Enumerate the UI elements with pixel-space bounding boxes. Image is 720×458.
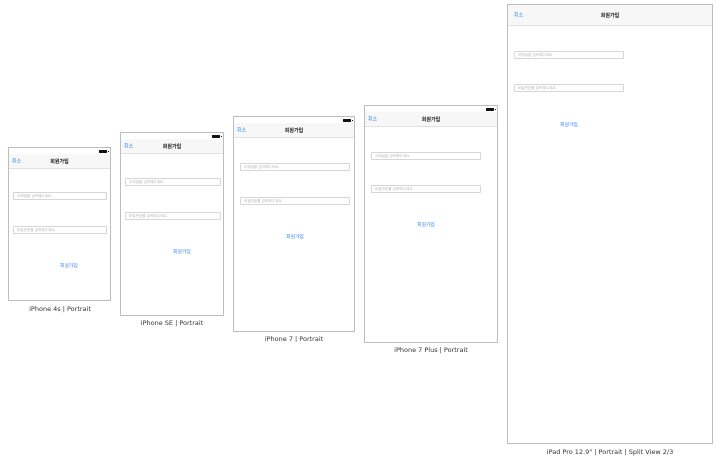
battery-icon bbox=[99, 150, 109, 153]
battery-icon bbox=[486, 108, 496, 111]
password-placeholder: 비밀번호를 입력해주세요. bbox=[17, 227, 56, 232]
device-label-ipad-pro: iPad Pro 12.9" | Portrait | Split View 2… bbox=[546, 448, 674, 456]
nav-title: 회원가입 bbox=[284, 127, 304, 134]
password-field[interactable]: 비밀번호를 입력해주세요. bbox=[371, 185, 481, 193]
signup-button[interactable]: 회원가입 bbox=[286, 233, 304, 240]
password-placeholder: 비밀번호를 입력해주세요. bbox=[518, 85, 557, 90]
cancel-button[interactable]: 취소 bbox=[124, 143, 133, 150]
device-label-iphone-se: iPhone SE | Portrait bbox=[140, 319, 204, 327]
email-placeholder: 이메일을 입력해주세요. bbox=[129, 179, 165, 184]
cancel-button[interactable]: 취소 bbox=[12, 158, 21, 165]
cancel-button[interactable]: 취소 bbox=[368, 116, 377, 123]
signup-button[interactable]: 회원가입 bbox=[417, 221, 435, 228]
nav-title: 회원가입 bbox=[600, 12, 620, 19]
cancel-button[interactable]: 취소 bbox=[514, 12, 523, 19]
email-placeholder: 이메일을 입력해주세요. bbox=[17, 193, 53, 198]
email-field[interactable]: 이메일을 입력해주세요. bbox=[240, 163, 350, 171]
nav-title: 회원가입 bbox=[162, 143, 182, 150]
password-field[interactable]: 비밀번호를 입력해주세요. bbox=[13, 226, 107, 234]
signup-button[interactable]: 회원가입 bbox=[173, 248, 191, 255]
password-field[interactable]: 비밀번호를 입력해주세요. bbox=[514, 84, 624, 92]
device-ipad-pro: 취소 회원가입 이메일을 입력해주세요. 비밀번호를 입력해주세요. 회원가입 bbox=[507, 4, 713, 444]
navigation-bar: 취소 회원가입 bbox=[508, 5, 712, 26]
password-placeholder: 비밀번호를 입력해주세요. bbox=[129, 213, 168, 218]
device-iphone-7: 취소 회원가입 이메일을 입력해주세요. 비밀번호를 입력해주세요. 회원가입 bbox=[233, 116, 355, 332]
signup-button[interactable]: 회원가입 bbox=[560, 121, 578, 128]
navigation-bar: 취소 회원가입 bbox=[9, 154, 110, 169]
device-iphone-4s: 취소 회원가입 이메일을 입력해주세요. 비밀번호를 입력해주세요. 회원가입 bbox=[8, 147, 111, 301]
device-iphone-7-plus: 취소 회원가입 이메일을 입력해주세요. 비밀번호를 입력해주세요. 회원가입 bbox=[364, 105, 498, 343]
password-placeholder: 비밀번호를 입력해주세요. bbox=[244, 198, 283, 203]
email-field[interactable]: 이메일을 입력해주세요. bbox=[514, 51, 624, 59]
nav-title: 회원가입 bbox=[421, 116, 441, 123]
battery-icon bbox=[343, 119, 353, 122]
device-iphone-se: 취소 회원가입 이메일을 입력해주세요. 비밀번호를 입력해주세요. 회원가입 bbox=[120, 132, 224, 316]
battery-icon bbox=[212, 135, 222, 138]
navigation-bar: 취소 회원가입 bbox=[234, 123, 354, 138]
password-field[interactable]: 비밀번호를 입력해주세요. bbox=[125, 212, 221, 220]
email-field[interactable]: 이메일을 입력해주세요. bbox=[125, 178, 221, 186]
email-placeholder: 이메일을 입력해주세요. bbox=[375, 153, 411, 158]
navigation-bar: 취소 회원가입 bbox=[121, 139, 223, 154]
device-label-iphone-4s: iPhone 4s | Portrait bbox=[29, 305, 91, 313]
device-label-iphone-7-plus: iPhone 7 Plus | Portrait bbox=[394, 346, 468, 354]
navigation-bar: 취소 회원가입 bbox=[365, 112, 497, 127]
email-placeholder: 이메일을 입력해주세요. bbox=[244, 164, 280, 169]
cancel-button[interactable]: 취소 bbox=[237, 127, 246, 134]
email-field[interactable]: 이메일을 입력해주세요. bbox=[371, 152, 481, 160]
device-label-iphone-7: iPhone 7 | Portrait bbox=[264, 335, 324, 343]
email-field[interactable]: 이메일을 입력해주세요. bbox=[13, 192, 107, 200]
nav-title: 회원가입 bbox=[50, 158, 69, 165]
email-placeholder: 이메일을 입력해주세요. bbox=[518, 52, 554, 57]
password-placeholder: 비밀번호를 입력해주세요. bbox=[375, 186, 414, 191]
signup-button[interactable]: 회원가입 bbox=[60, 262, 78, 269]
password-field[interactable]: 비밀번호를 입력해주세요. bbox=[240, 197, 350, 205]
